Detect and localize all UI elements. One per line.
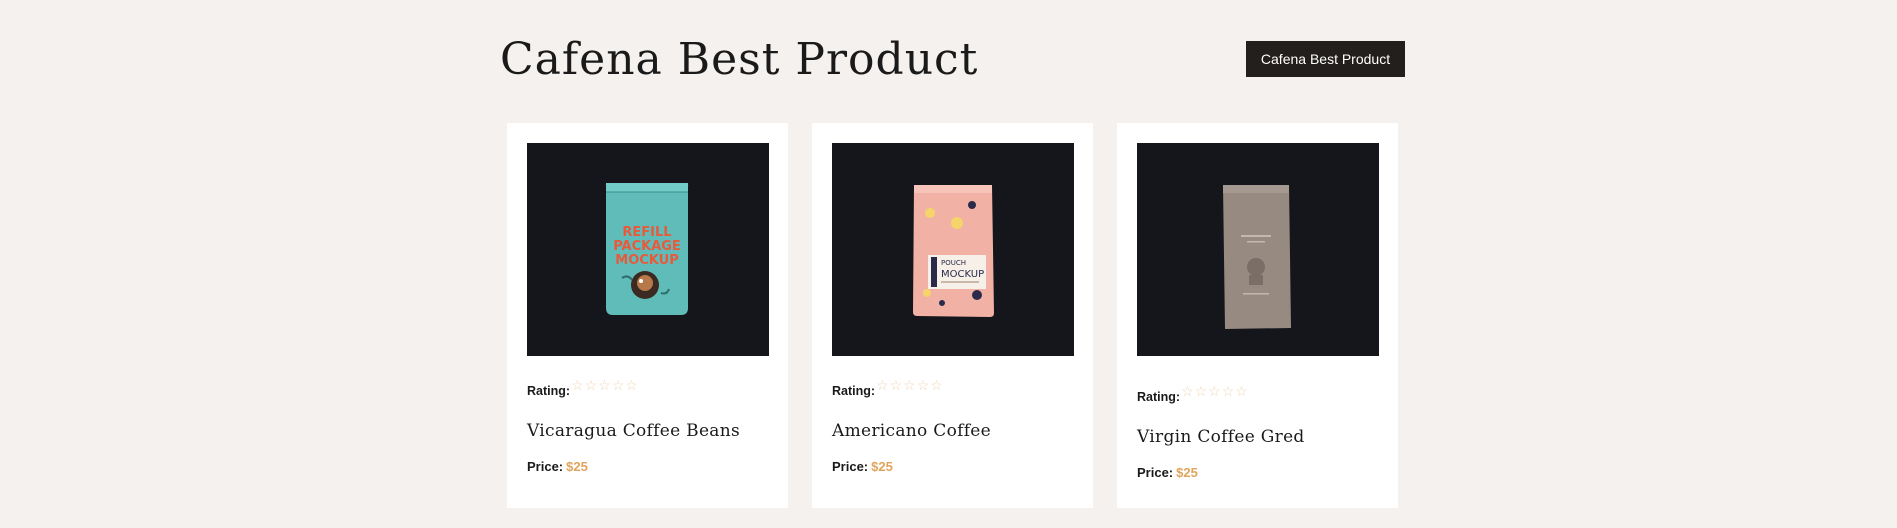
product-card[interactable]: POUCH MOCKUP Rating: ☆☆☆☆☆ Americano Cof… — [812, 123, 1093, 508]
pink-pouch-icon: POUCH MOCKUP — [832, 143, 1074, 356]
price-label: Price: — [1137, 465, 1174, 480]
rating-row: Rating: ☆☆☆☆☆ — [832, 378, 944, 398]
svg-text:PACKAGE: PACKAGE — [613, 239, 681, 254]
rating-label: Rating: — [527, 384, 571, 398]
product-name[interactable]: Vicaragua Coffee Beans — [527, 421, 740, 441]
price-row: Price: $25 — [832, 459, 893, 474]
price-row: Price: $25 — [1137, 465, 1198, 480]
price-value: $25 — [1176, 465, 1198, 480]
taupe-coffee-bag-icon — [1137, 143, 1379, 356]
svg-text:REFILL: REFILL — [622, 225, 671, 240]
product-name[interactable]: Americano Coffee — [832, 421, 991, 441]
product-image[interactable] — [1137, 143, 1379, 356]
price-value: $25 — [871, 459, 893, 474]
product-card[interactable]: REFILL PACKAGE MOCKUP Rating: ☆☆☆☆☆ Vica… — [507, 123, 788, 508]
best-product-button[interactable]: Cafena Best Product — [1246, 41, 1405, 77]
svg-text:MOCKUP: MOCKUP — [615, 253, 678, 268]
price-row: Price: $25 — [527, 459, 588, 474]
page-title: Cafena Best Product — [500, 34, 979, 85]
rating-row: Rating: ☆☆☆☆☆ — [527, 378, 639, 398]
star-rating-icon[interactable]: ☆☆☆☆☆ — [571, 378, 639, 392]
rating-label: Rating: — [1137, 390, 1181, 404]
star-rating-icon[interactable]: ☆☆☆☆☆ — [876, 378, 944, 392]
price-label: Price: — [527, 459, 564, 474]
star-rating-icon[interactable]: ☆☆☆☆☆ — [1181, 384, 1249, 398]
best-product-section: Cafena Best Product Cafena Best Product … — [0, 0, 1897, 528]
product-image[interactable]: REFILL PACKAGE MOCKUP — [527, 143, 769, 356]
product-image[interactable]: POUCH MOCKUP — [832, 143, 1074, 356]
product-card[interactable]: Rating: ☆☆☆☆☆ Virgin Coffee Gred Price: $… — [1117, 123, 1398, 508]
rating-row: Rating: ☆☆☆☆☆ — [1137, 384, 1249, 404]
price-value: $25 — [566, 459, 588, 474]
price-label: Price: — [832, 459, 869, 474]
teal-refill-package-icon: REFILL PACKAGE MOCKUP — [527, 143, 769, 356]
svg-text:MOCKUP: MOCKUP — [941, 269, 984, 280]
product-name[interactable]: Virgin Coffee Gred — [1137, 427, 1305, 447]
rating-label: Rating: — [832, 384, 876, 398]
svg-text:POUCH: POUCH — [941, 259, 966, 267]
